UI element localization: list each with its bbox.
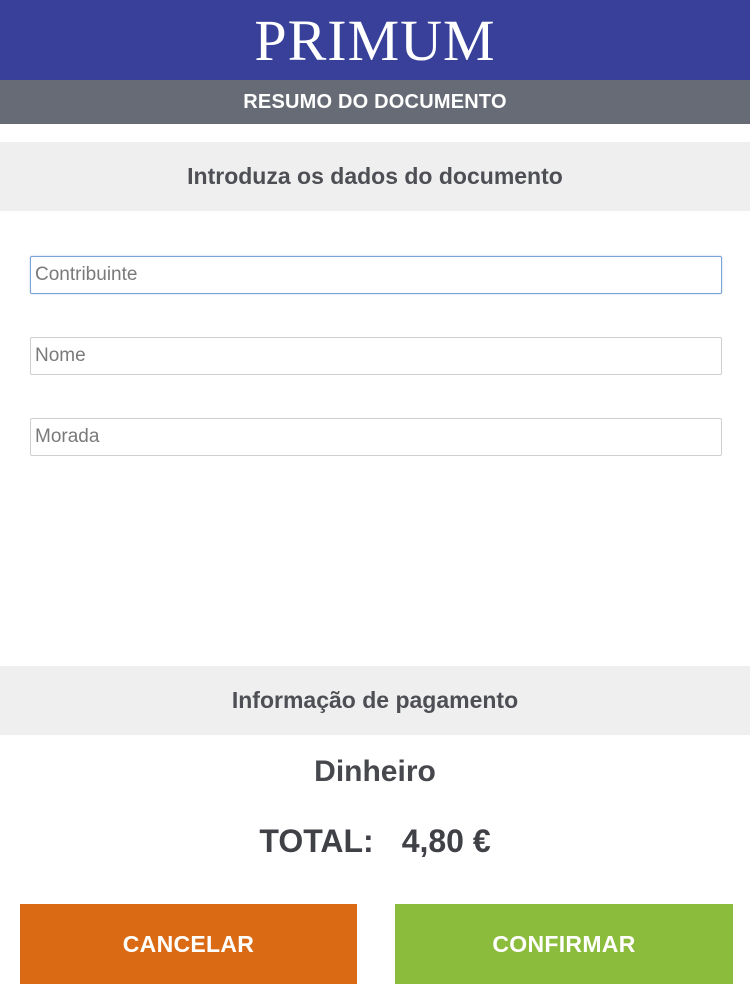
cancel-button[interactable]: CANCELAR <box>20 904 357 984</box>
document-section-title: Introduza os dados do documento <box>187 163 563 189</box>
page-title: RESUMO DO DOCUMENTO <box>243 90 507 113</box>
total-line: TOTAL: 4,80 € <box>0 823 750 860</box>
confirm-button[interactable]: CONFIRMAR <box>395 904 733 984</box>
total-label: TOTAL: <box>259 823 374 859</box>
nome-input[interactable] <box>30 337 722 375</box>
payment-section-title: Informação de pagamento <box>231 687 519 713</box>
confirm-button-label: CONFIRMAR <box>492 930 636 957</box>
payment-method-label: Dinheiro <box>314 755 436 788</box>
document-summary-screen: PRIMUM RESUMO DO DOCUMENTO Introduza os … <box>0 0 750 1000</box>
contribuinte-input[interactable] <box>30 256 722 294</box>
morada-input[interactable] <box>30 418 722 456</box>
brand-logo-text: PRIMUM <box>254 8 496 73</box>
document-section-header: Introduza os dados do documento <box>0 142 750 211</box>
total-value: 4,80 € <box>401 823 491 859</box>
brand-header: PRIMUM <box>0 0 750 80</box>
cancel-button-label: CANCELAR <box>122 930 255 957</box>
page-title-bar: RESUMO DO DOCUMENTO <box>0 80 750 124</box>
payment-section-header: Informação de pagamento <box>0 666 750 735</box>
